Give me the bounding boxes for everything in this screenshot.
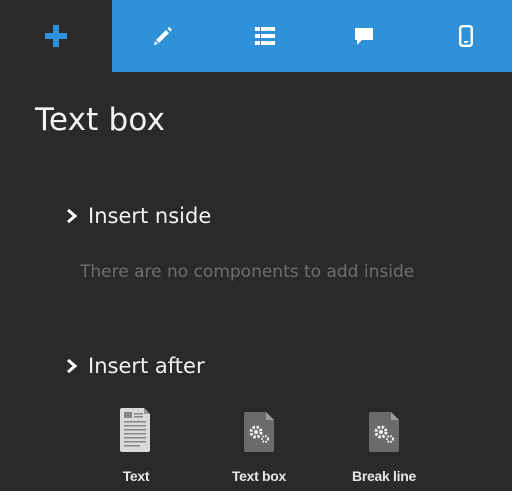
- tab-comments[interactable]: [313, 0, 415, 72]
- tab-add[interactable]: [0, 0, 112, 72]
- tab-edit[interactable]: [112, 0, 214, 72]
- component-break-line[interactable]: Break line: [329, 412, 439, 484]
- component-text[interactable]: Text: [81, 408, 191, 484]
- component-label: Text: [122, 468, 150, 484]
- gear-document-icon: [244, 412, 274, 456]
- pencil-icon: [152, 25, 174, 47]
- component-label: Text box: [231, 468, 287, 484]
- insert-inside-toggle[interactable]: Insert nside: [66, 204, 211, 228]
- mobile-icon: [459, 25, 473, 47]
- insert-after-toggle[interactable]: Insert after: [66, 354, 205, 378]
- tab-layers[interactable]: [214, 0, 316, 72]
- insert-after-heading: Insert after: [88, 354, 205, 378]
- empty-components-message: There are no components to add inside: [80, 262, 415, 282]
- component-label: Break line: [352, 468, 416, 484]
- editor-panel: Text box Insert nside There are no compo…: [0, 0, 516, 503]
- chevron-right-icon: [66, 356, 80, 376]
- tab-mobile[interactable]: [415, 0, 516, 72]
- text-document-icon: [120, 408, 152, 456]
- tab-bar: [0, 0, 512, 72]
- component-text-box[interactable]: Text box: [204, 412, 314, 484]
- plus-icon: [45, 25, 67, 47]
- insert-inside-heading: Insert nside: [88, 204, 212, 228]
- list-icon: [255, 27, 275, 45]
- panel-title: Text box: [35, 102, 166, 138]
- comment-icon: [354, 27, 374, 46]
- gear-document-icon: [369, 412, 399, 456]
- chevron-right-icon: [66, 206, 80, 226]
